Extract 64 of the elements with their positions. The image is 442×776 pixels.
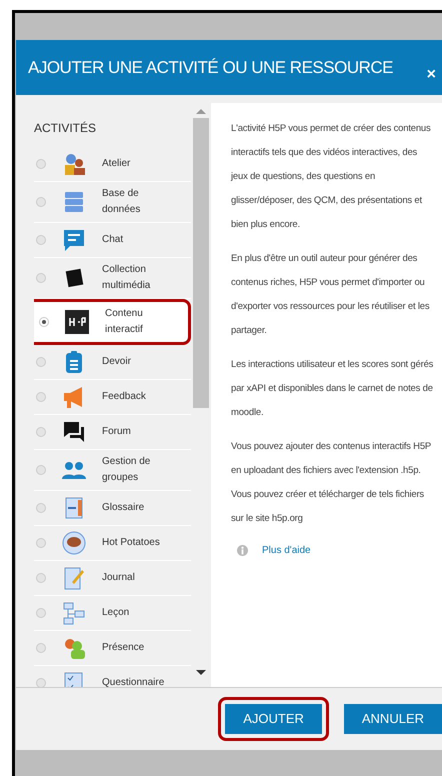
activity-label: Questionnaire (102, 676, 166, 687)
radio-button[interactable] (36, 273, 46, 283)
people-icon (62, 152, 86, 176)
radio-button[interactable] (36, 503, 46, 513)
activity-option[interactable]: Atelier (34, 147, 191, 182)
activity-label: Leçon (102, 606, 130, 620)
radio-button[interactable] (36, 608, 46, 618)
dialog-button[interactable]: ANNULER (344, 704, 442, 734)
description-text: L'activité H5P vous permet de créer des contenus interactifs tels que des vidéos interactives, des jeux de questions, des questions en glisser/déposer, des QCM, des présentations et bien plus encore. (231, 122, 432, 232)
activity-option[interactable]: Devoir (34, 345, 191, 380)
radio-button[interactable] (36, 197, 46, 207)
flowchart-icon (62, 601, 86, 625)
activity-label: Collection multimédia (102, 263, 152, 293)
activity-label: Gestion de groupes (102, 455, 152, 485)
activity-option[interactable]: Base de données (34, 182, 191, 223)
activity-option[interactable]: Questionnaire (34, 666, 191, 687)
radio-button[interactable] (36, 235, 46, 245)
radio-button[interactable] (36, 573, 46, 583)
activity-option[interactable]: Gestion de groupes (34, 450, 191, 491)
dialog-button[interactable]: AJOUTER (225, 704, 322, 734)
activity-option[interactable]: Hot Potatoes (34, 526, 191, 561)
radio-button[interactable] (36, 357, 46, 367)
people-icon (62, 636, 86, 660)
radio-button[interactable] (36, 465, 46, 475)
close-button[interactable]: × (426, 66, 436, 82)
activity-label: Devoir (102, 355, 132, 369)
activity-option[interactable]: Contenu interactif (34, 299, 191, 345)
activity-option[interactable]: Journal (34, 561, 191, 596)
activity-label: Journal (102, 571, 136, 585)
activity-label: Chat (102, 233, 124, 247)
activity-option[interactable]: Feedback (34, 380, 191, 415)
chat-icon (62, 228, 86, 252)
description-text: Les interactions utilisateur et les scores sont gérés par xAPI et disponibles dans le carnet de notes de moodle. (231, 358, 434, 420)
activity-label: Atelier (102, 157, 132, 171)
document-pencil-icon (62, 566, 86, 590)
activity-label: Forum (102, 425, 132, 439)
activity-option[interactable]: Chat (34, 223, 191, 258)
radio-button[interactable] (36, 392, 46, 402)
radio-button[interactable] (36, 678, 46, 687)
radio-button[interactable] (36, 427, 46, 437)
potato-icon (62, 531, 86, 555)
description-text: En plus d'être un outil auteur pour générer des contenus riches, H5P vous permet d'importer ou d'exporter vos ressources pour les réutiliser et les partager. (231, 252, 430, 338)
activity-label: Hot Potatoes (102, 536, 161, 550)
activity-option[interactable]: Glossaire (34, 491, 191, 526)
activity-label: Feedback (102, 390, 147, 404)
h5p-logo-icon (65, 310, 89, 334)
activity-label: Présence (102, 641, 146, 655)
description-text: Vous pouvez ajouter des contenus interactifs H5P en uploadant des fichiers avec l'extension .h5p. Vous pouvez créer et télécharger de tels fichiers sur le site h5p.org (231, 440, 432, 526)
activity-option[interactable]: Présence (34, 631, 191, 666)
database-icon (62, 190, 86, 214)
speech-bubbles-icon (62, 420, 86, 444)
info-icon (237, 545, 248, 556)
radio-button[interactable] (36, 159, 46, 169)
section-heading: ACTIVITÉS (34, 120, 98, 137)
activity-label: Base de données (102, 187, 142, 217)
help-link[interactable]: Plus d'aide (262, 543, 311, 558)
activity-option[interactable]: Leçon (34, 596, 191, 631)
activity-option[interactable]: Forum (34, 415, 191, 450)
activity-label: Glossaire (102, 501, 146, 515)
dialog-title: AJOUTER UNE ACTIVITÉ OU UNE RESSOURCE (28, 56, 393, 79)
radio-button[interactable] (36, 643, 46, 653)
activity-label: Contenu interactif (105, 307, 144, 337)
radio-button[interactable] (36, 538, 46, 548)
radio-button[interactable] (39, 317, 49, 327)
